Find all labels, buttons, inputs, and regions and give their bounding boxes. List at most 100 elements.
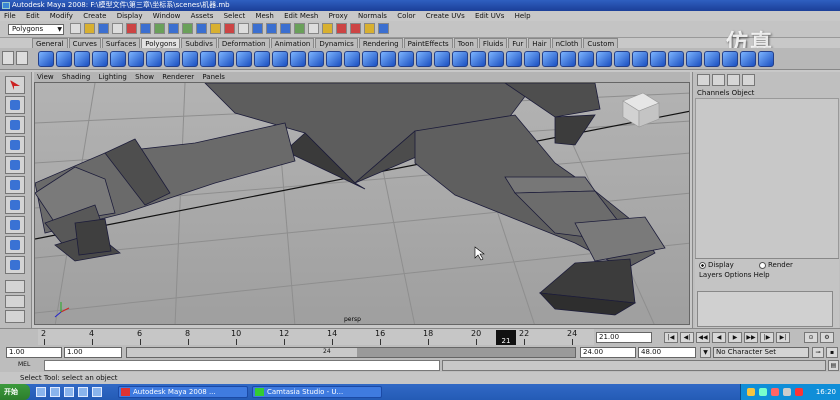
menu-edit-uvs[interactable]: Edit UVs: [471, 11, 508, 21]
combine-icon[interactable]: [236, 51, 252, 67]
lasso-tool-icon[interactable]: [5, 96, 25, 114]
show-manipulator-icon[interactable]: [5, 236, 25, 254]
prev-key-button[interactable]: ◀◀: [696, 332, 710, 343]
character-set-icon[interactable]: ▼: [700, 347, 711, 358]
prefs-icon[interactable]: ▪: [826, 347, 838, 358]
quicklaunch-icon[interactable]: [92, 387, 102, 397]
harden-edge-icon[interactable]: [758, 51, 774, 67]
play-backward-button[interactable]: ◀: [712, 332, 726, 343]
poly-cylinder-icon[interactable]: [74, 51, 90, 67]
script-editor-icon[interactable]: ▤: [828, 360, 839, 371]
next-key-button[interactable]: ▶▶: [744, 332, 758, 343]
open-scene-icon[interactable]: [84, 23, 95, 34]
menu-file[interactable]: File: [0, 11, 20, 21]
command-input[interactable]: [44, 360, 440, 371]
quadrangulate-icon[interactable]: [416, 51, 432, 67]
tab-custom[interactable]: Custom: [583, 38, 619, 48]
menu-color[interactable]: Color: [393, 11, 419, 21]
four-pane-layout-icon[interactable]: [5, 295, 25, 308]
menu-edit-mesh[interactable]: Edit Mesh: [280, 11, 322, 21]
hierarchy-mode-icon[interactable]: [112, 23, 123, 34]
merge-icon[interactable]: [560, 51, 576, 67]
boolean-union-icon[interactable]: [290, 51, 306, 67]
messenger-icon[interactable]: [78, 387, 88, 397]
menu-proxy[interactable]: Proxy: [325, 11, 352, 21]
current-time-marker[interactable]: 21: [496, 330, 516, 345]
character-set-dropdown[interactable]: No Character Set: [713, 347, 809, 358]
spherical-map-icon[interactable]: [668, 51, 684, 67]
select-dynamics-icon[interactable]: [224, 23, 235, 34]
playback-end-field[interactable]: 24.00: [580, 347, 636, 358]
rotate-tool-icon[interactable]: [5, 156, 25, 174]
chamfer-icon[interactable]: [596, 51, 612, 67]
start-button[interactable]: 开始: [0, 384, 30, 400]
shelf-menu-button[interactable]: [2, 51, 14, 65]
select-joints-icon[interactable]: [168, 23, 179, 34]
tab-curves[interactable]: Curves: [68, 38, 101, 48]
show-channel-box-icon[interactable]: [697, 74, 710, 86]
triangulate-icon[interactable]: [398, 51, 414, 67]
poly-plane-icon[interactable]: [110, 51, 126, 67]
menu-modify[interactable]: Modify: [46, 11, 77, 21]
menu-normals[interactable]: Normals: [354, 11, 391, 21]
tab-deformation[interactable]: Deformation: [217, 38, 270, 48]
last-tool-icon[interactable]: [5, 256, 25, 274]
checker-texture-icon[interactable]: [722, 51, 738, 67]
tray-icon[interactable]: [771, 388, 779, 396]
ipr-render-icon[interactable]: [350, 23, 361, 34]
component-mode-icon[interactable]: [140, 23, 151, 34]
viewport-menu-shading[interactable]: Shading: [59, 72, 93, 82]
select-tool-icon[interactable]: [5, 76, 25, 94]
animation-prefs-icon[interactable]: ⚙: [820, 332, 834, 343]
time-ruler[interactable]: 2 4 6 8 10 12 14 16 18 20 21 22 24: [38, 329, 594, 346]
taskbar-item-camtasia[interactable]: Camtasia Studio - U...: [252, 386, 382, 398]
snap-point-icon[interactable]: [280, 23, 291, 34]
collapse-icon[interactable]: [578, 51, 594, 67]
select-curves-icon[interactable]: [182, 23, 193, 34]
snap-curve-icon[interactable]: [266, 23, 277, 34]
range-slider[interactable]: 24: [126, 347, 576, 358]
outliner-layout-icon[interactable]: [5, 310, 25, 323]
tab-toon[interactable]: Toon: [453, 38, 478, 48]
tab-ncloth[interactable]: nCloth: [551, 38, 583, 48]
playback-start-field[interactable]: 1.00: [64, 347, 122, 358]
time-slider[interactable]: 2 4 6 8 10 12 14 16 18 20 21 22 24 21.00: [0, 328, 840, 346]
menu-assets[interactable]: Assets: [187, 11, 218, 21]
soften-edge-icon[interactable]: [740, 51, 756, 67]
bevel-icon[interactable]: [542, 51, 558, 67]
uv-editor-icon[interactable]: [704, 51, 720, 67]
tray-icon[interactable]: [795, 388, 803, 396]
make-live-icon[interactable]: [308, 23, 319, 34]
viewport-menu-show[interactable]: Show: [132, 72, 157, 82]
poly-torus-icon[interactable]: [128, 51, 144, 67]
current-frame-field[interactable]: 21.00: [596, 332, 652, 343]
shelf-options-button[interactable]: [16, 51, 28, 65]
tab-fur[interactable]: Fur: [508, 38, 528, 48]
smooth-icon[interactable]: [362, 51, 378, 67]
single-pane-layout-icon[interactable]: [5, 280, 25, 293]
save-scene-icon[interactable]: [98, 23, 109, 34]
layer-menu[interactable]: Layers Options Help: [699, 271, 770, 279]
render-frame-icon[interactable]: [336, 23, 347, 34]
step-back-button[interactable]: ◀|: [680, 332, 694, 343]
paint-select-tool-icon[interactable]: [5, 116, 25, 134]
poly-cone-icon[interactable]: [92, 51, 108, 67]
explorer-icon[interactable]: [50, 387, 60, 397]
show-attribute-editor-icon[interactable]: [712, 74, 725, 86]
menu-mesh[interactable]: Mesh: [251, 11, 277, 21]
bridge-icon[interactable]: [524, 51, 540, 67]
render-settings-icon[interactable]: [364, 23, 375, 34]
tray-icon[interactable]: [747, 388, 755, 396]
auto-key-icon[interactable]: ⊙: [804, 332, 818, 343]
command-language-label[interactable]: MEL: [18, 361, 30, 368]
tab-rendering[interactable]: Rendering: [358, 38, 403, 48]
media-player-icon[interactable]: [64, 387, 74, 397]
poly-pyramid-icon[interactable]: [164, 51, 180, 67]
poly-helix-icon[interactable]: [200, 51, 216, 67]
snap-grid-icon[interactable]: [252, 23, 263, 34]
reduce-icon[interactable]: [380, 51, 396, 67]
tab-dynamics[interactable]: Dynamics: [315, 38, 358, 48]
perspective-viewport[interactable]: persp: [34, 82, 690, 325]
menu-set-dropdown[interactable]: Polygons ▼: [8, 24, 64, 35]
menu-edit[interactable]: Edit: [22, 11, 44, 21]
